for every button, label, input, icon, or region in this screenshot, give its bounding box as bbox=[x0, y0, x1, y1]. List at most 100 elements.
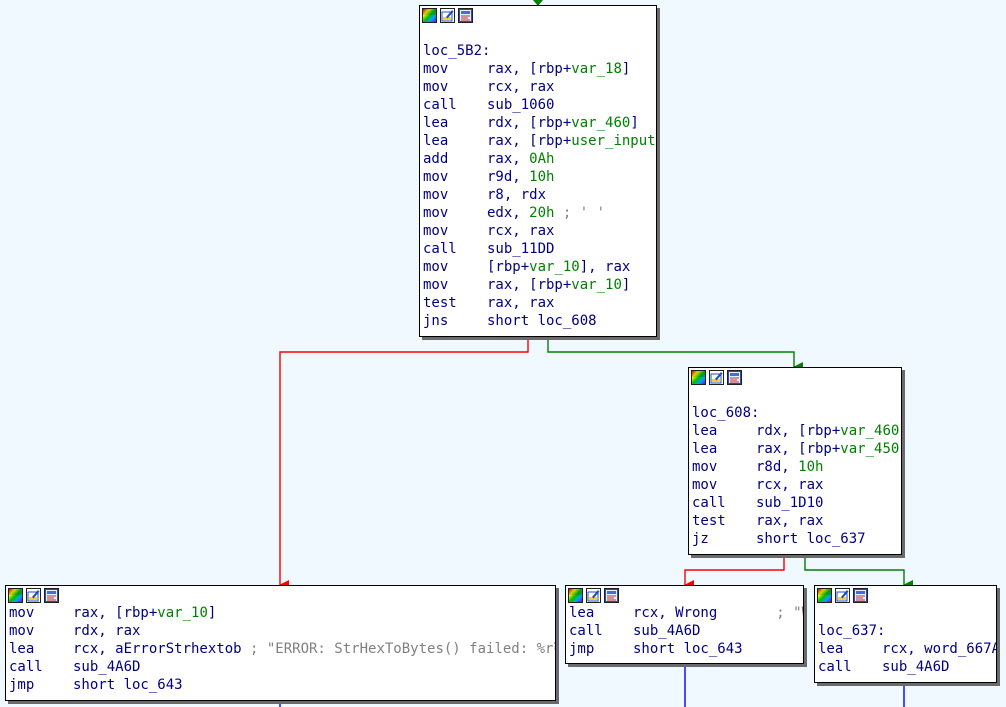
graph-icon[interactable] bbox=[727, 369, 742, 385]
instruction-line[interactable]: mov rcx, rax bbox=[689, 476, 901, 494]
instruction-line[interactable]: lea rdx, [rbp+var_460] bbox=[689, 422, 901, 440]
palette-icon[interactable] bbox=[568, 587, 583, 603]
operand-text: rax, rax bbox=[487, 295, 555, 311]
node-body: lea rcx, Wrong ; "W" call sub_4A6Djmp short … bbox=[566, 604, 803, 658]
graph-node-loc-637[interactable]: loc_637: lea rcx, word_667A call sub_4A6D bbox=[814, 585, 997, 683]
mnemonic: lea bbox=[569, 605, 595, 621]
graph-node-loc-608[interactable]: loc_608:lea rdx, [rbp+var_460] lea rax, [rb… bbox=[688, 367, 902, 555]
instruction-line[interactable]: test rax, rax bbox=[689, 512, 901, 530]
instruction-line[interactable]: mov [rbp+var_10], rax bbox=[420, 258, 656, 276]
instruction-line[interactable]: jz short loc_637 bbox=[689, 530, 901, 548]
operand-text: sub_4A6D bbox=[73, 659, 141, 675]
instruction-line[interactable]: mov r8, rdx bbox=[420, 186, 656, 204]
instruction-line[interactable]: mov r8d, 10h bbox=[689, 458, 901, 476]
graph-icon[interactable] bbox=[604, 587, 619, 603]
mnemonic: lea bbox=[692, 423, 718, 439]
mnemonic: mov bbox=[9, 605, 35, 621]
instruction-line[interactable]: call sub_4A6D bbox=[6, 658, 555, 676]
operand-symbol: var_18 bbox=[571, 61, 622, 77]
instruction-line[interactable]: lea rcx, Wrong ; "W" bbox=[566, 604, 803, 622]
instruction-line[interactable]: jmp short loc_643 bbox=[6, 676, 555, 694]
graph-icon[interactable] bbox=[853, 587, 868, 603]
operand-text: rax, bbox=[487, 151, 530, 167]
operand-text: ] bbox=[899, 441, 901, 457]
operand-text: rax, rax bbox=[756, 513, 824, 529]
instruction-line[interactable]: call sub_1060 bbox=[420, 96, 656, 114]
node-header bbox=[420, 6, 656, 24]
instruction-line[interactable]: mov rax, [rbp+var_10] bbox=[420, 276, 656, 294]
mnemonic: test bbox=[423, 295, 457, 311]
mnemonic: lea bbox=[423, 133, 449, 149]
graph-icon[interactable] bbox=[44, 587, 59, 603]
graph-node-loc-5b2[interactable]: loc_5B2: mov rax, [rbp+var_18] mov rcx, rax c… bbox=[419, 5, 657, 337]
code-label[interactable]: loc_637: bbox=[815, 622, 996, 640]
operand-symbol: 10h bbox=[529, 169, 555, 185]
mnemonic: mov bbox=[423, 169, 449, 185]
operand-symbol: var_10 bbox=[529, 259, 580, 275]
instruction-line[interactable]: call sub_4A6D bbox=[566, 622, 803, 640]
code-label[interactable]: loc_608: bbox=[689, 404, 901, 422]
node-header bbox=[815, 586, 996, 604]
operand-symbol: var_10 bbox=[571, 277, 622, 293]
edit-icon[interactable] bbox=[835, 587, 850, 603]
operand-text: rax, [rbp+ bbox=[73, 605, 158, 621]
graph-icon[interactable] bbox=[458, 7, 473, 23]
mnemonic: mov bbox=[423, 205, 449, 221]
instruction-line[interactable]: lea rdx, [rbp+var_460] bbox=[420, 114, 656, 132]
operand-text: sub_1D10 bbox=[756, 495, 824, 511]
palette-icon[interactable] bbox=[691, 369, 706, 385]
mnemonic: mov bbox=[692, 459, 718, 475]
instruction-line[interactable]: jmp short loc_643 bbox=[566, 640, 803, 658]
node-header bbox=[689, 368, 901, 386]
edit-icon[interactable] bbox=[709, 369, 724, 385]
edge-true-to-loc608 bbox=[547, 337, 803, 372]
instruction-line[interactable]: mov edx, 20h ; ' ' bbox=[420, 204, 656, 222]
instruction-line[interactable]: call sub_11DD bbox=[420, 240, 656, 258]
edit-icon[interactable] bbox=[26, 587, 41, 603]
graph-node-wrong[interactable]: lea rcx, Wrong ; "W" call sub_4A6Djmp short … bbox=[565, 585, 804, 664]
operand-symbol: 20h bbox=[529, 205, 555, 221]
instruction-line[interactable]: lea rax, [rbp+var_450] bbox=[689, 440, 901, 458]
mnemonic: mov bbox=[692, 477, 718, 493]
edit-icon[interactable] bbox=[586, 587, 601, 603]
palette-icon[interactable] bbox=[817, 587, 832, 603]
operand-symbol: var_460 bbox=[571, 115, 631, 131]
instruction-line[interactable]: jns short loc_608 bbox=[420, 312, 656, 330]
palette-icon[interactable] bbox=[422, 7, 437, 23]
operand-text: ], rax bbox=[579, 259, 631, 275]
operand-text: rcx, rax bbox=[487, 223, 555, 239]
instruction-line[interactable]: mov rcx, rax bbox=[420, 78, 656, 96]
mnemonic: lea bbox=[692, 441, 718, 457]
instruction-line[interactable]: call sub_1D10 bbox=[689, 494, 901, 512]
operand-symbol: var_460 bbox=[840, 423, 900, 439]
instruction-line[interactable]: mov r9d, 10h bbox=[420, 168, 656, 186]
operand-text: ] bbox=[656, 133, 657, 149]
operand-text: rax, [rbp+ bbox=[487, 277, 572, 293]
instruction-line[interactable]: mov rcx, rax bbox=[420, 222, 656, 240]
code-label[interactable]: loc_5B2: bbox=[420, 42, 656, 60]
instruction-line[interactable]: add rax, 0Ah bbox=[420, 150, 656, 168]
operand-text: r8, rdx bbox=[487, 187, 547, 203]
palette-icon[interactable] bbox=[8, 587, 23, 603]
operand-text: ] bbox=[621, 277, 631, 293]
edit-icon[interactable] bbox=[440, 7, 455, 23]
operand-symbol: var_450 bbox=[840, 441, 900, 457]
instruction-line[interactable]: test rax, rax bbox=[420, 294, 656, 312]
code-comment: ; ' ' bbox=[554, 205, 606, 221]
instruction-line[interactable]: lea rcx, aErrorStrhextob ; "ERROR: StrHex… bbox=[6, 640, 555, 658]
operand-text: sub_4A6D bbox=[882, 659, 950, 675]
operand-text: rcx, rax bbox=[487, 79, 555, 95]
instruction-line[interactable]: mov rdx, rax bbox=[6, 622, 555, 640]
instruction-line[interactable]: lea rcx, word_667A bbox=[815, 640, 996, 658]
operand-text: rcx, word_667A bbox=[882, 641, 997, 657]
operand-text: rcx, aErrorStrhextob bbox=[73, 641, 242, 657]
mnemonic: test bbox=[692, 513, 726, 529]
instruction-line[interactable]: mov rax, [rbp+var_10] bbox=[6, 604, 555, 622]
edge-true-to-loc637 bbox=[804, 555, 913, 590]
instruction-line[interactable]: mov rax, [rbp+var_18] bbox=[420, 60, 656, 78]
instruction-line[interactable]: lea rax, [rbp+user_input] bbox=[420, 132, 656, 150]
mnemonic: call bbox=[692, 495, 726, 511]
mnemonic: mov bbox=[423, 259, 449, 275]
instruction-line[interactable]: call sub_4A6D bbox=[815, 658, 996, 676]
graph-node-error[interactable]: mov rax, [rbp+var_10] mov rdx, rax lea rcx, a… bbox=[5, 585, 556, 701]
